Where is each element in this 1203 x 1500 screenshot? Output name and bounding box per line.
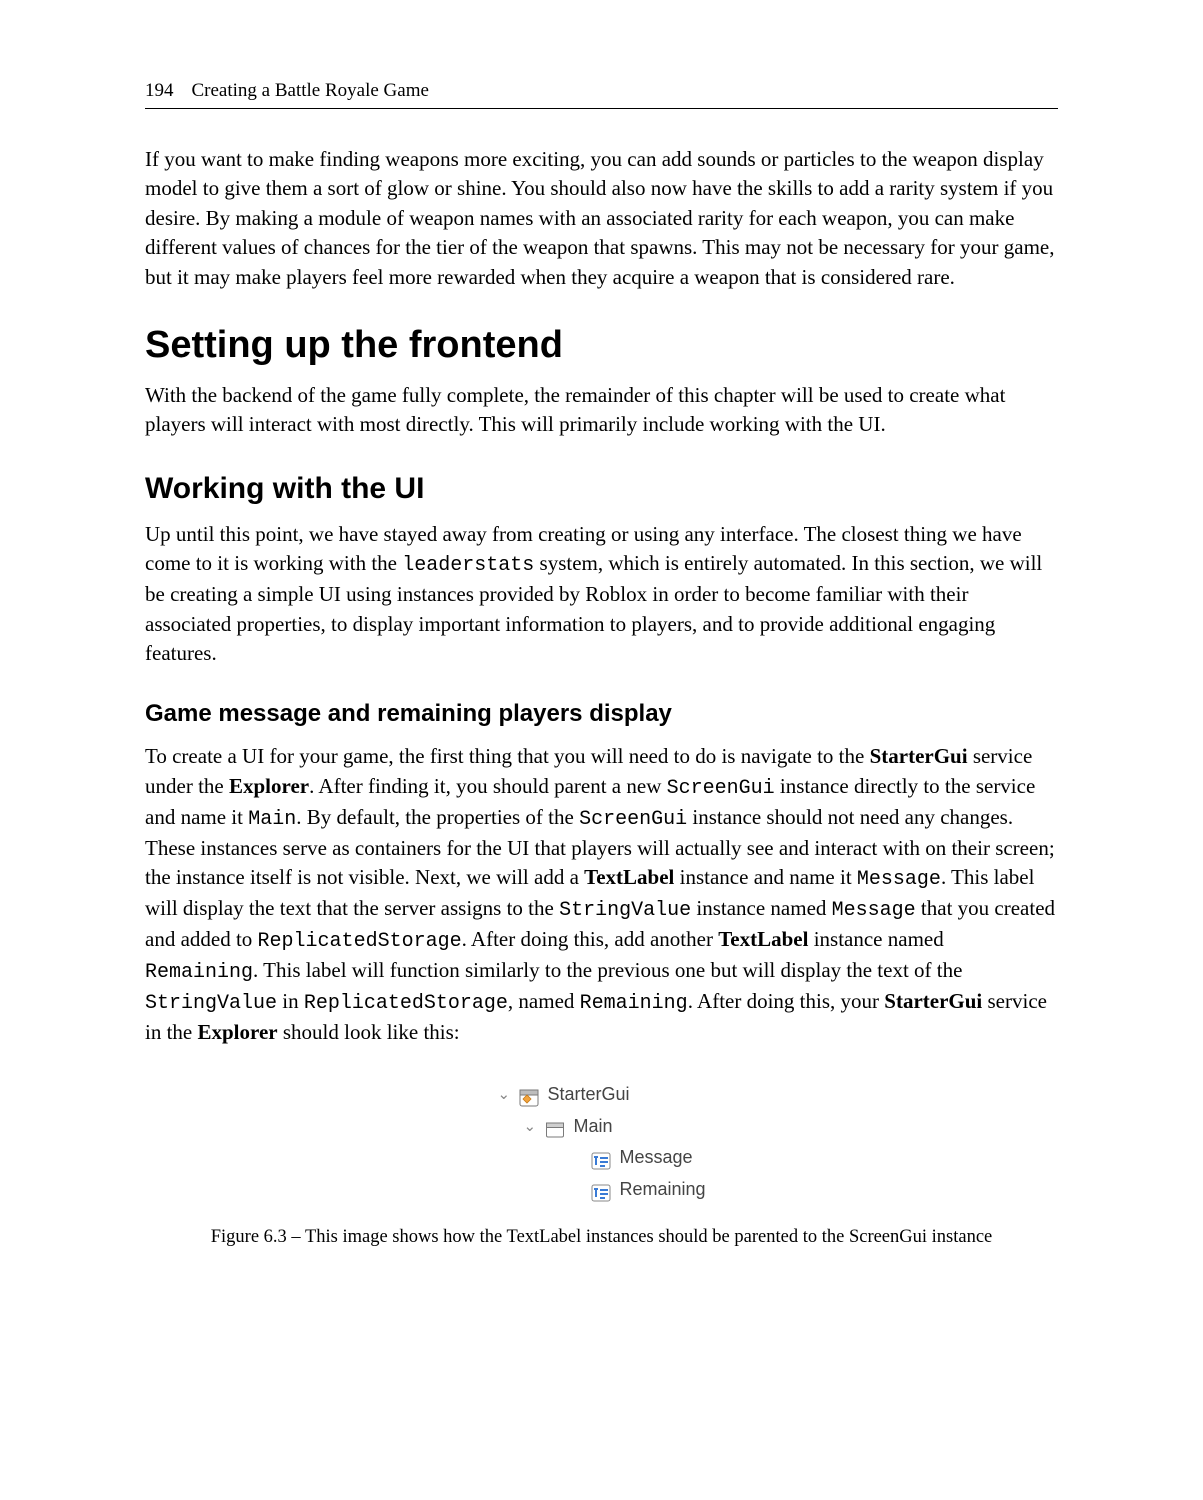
explorer-tree: ⌄ StarterGui ⌄ Main xyxy=(497,1079,705,1205)
textlabel-icon xyxy=(591,1181,611,1199)
tree-item-label: Message xyxy=(619,1142,692,1174)
code-inline: Message xyxy=(857,868,941,891)
section-heading: Setting up the frontend xyxy=(145,324,1058,367)
code-inline: ReplicatedStorage xyxy=(304,992,508,1015)
bold-term: StarterGui xyxy=(884,989,982,1013)
bold-term: Explorer xyxy=(198,1020,278,1044)
code-inline: StringValue xyxy=(145,992,277,1015)
textlabel-icon xyxy=(591,1149,611,1167)
tree-item-message: Message xyxy=(497,1142,705,1174)
subheading: Working with the UI xyxy=(145,472,1058,506)
code-inline: ScreenGui xyxy=(667,777,775,800)
text-fragment: . This label will function similarly to … xyxy=(253,958,962,982)
text-fragment: instance named xyxy=(691,896,832,920)
text-fragment: To create a UI for your game, the first … xyxy=(145,744,870,768)
chevron-down-icon: ⌄ xyxy=(497,1082,511,1108)
text-fragment: . After doing this, your xyxy=(688,989,885,1013)
bold-term: Explorer xyxy=(229,774,309,798)
code-inline: StringValue xyxy=(559,899,691,922)
bold-term: TextLabel xyxy=(584,865,674,889)
text-fragment: . After finding it, you should parent a … xyxy=(309,774,667,798)
screengui-icon xyxy=(545,1118,565,1136)
chevron-down-icon: ⌄ xyxy=(523,1114,537,1140)
figure-caption: Figure 6.3 – This image shows how the Te… xyxy=(211,1227,993,1248)
page-header: 194 Creating a Battle Royale Game xyxy=(145,80,1058,102)
ui-paragraph: Up until this point, we have stayed away… xyxy=(145,520,1058,669)
tree-item-label: Main xyxy=(573,1111,612,1143)
text-fragment: . After doing this, add another xyxy=(462,927,719,951)
section-intro-paragraph: With the backend of the game fully compl… xyxy=(145,381,1058,440)
code-inline: Remaining xyxy=(145,961,253,984)
tree-item-label: StarterGui xyxy=(547,1079,629,1111)
tree-item-label: Remaining xyxy=(619,1174,705,1206)
text-fragment: instance and name it xyxy=(674,865,857,889)
text-fragment: , named xyxy=(508,989,580,1013)
code-inline: Message xyxy=(832,899,916,922)
tree-item-remaining: Remaining xyxy=(497,1174,705,1206)
text-fragment: . By default, the properties of the xyxy=(296,805,579,829)
tree-item-main: ⌄ Main xyxy=(497,1111,705,1143)
code-inline: ReplicatedStorage xyxy=(258,930,462,953)
text-fragment: should look like this: xyxy=(278,1020,460,1044)
header-divider xyxy=(145,108,1058,109)
bold-term: TextLabel xyxy=(718,927,808,951)
startergui-icon xyxy=(519,1086,539,1104)
text-fragment: in xyxy=(277,989,304,1013)
chapter-title: Creating a Battle Royale Game xyxy=(192,80,429,102)
code-inline: Remaining xyxy=(580,992,688,1015)
page-number: 194 xyxy=(145,80,174,102)
bold-term: StarterGui xyxy=(870,744,968,768)
message-paragraph: To create a UI for your game, the first … xyxy=(145,742,1058,1047)
tree-item-startergui: ⌄ StarterGui xyxy=(497,1079,705,1111)
code-inline: leaderstats xyxy=(402,554,534,577)
code-inline: ScreenGui xyxy=(579,808,687,831)
code-inline: Main xyxy=(248,808,296,831)
intro-paragraph: If you want to make finding weapons more… xyxy=(145,145,1058,292)
subsubheading: Game message and remaining players displ… xyxy=(145,700,1058,728)
text-fragment: instance named xyxy=(808,927,943,951)
figure: ⌄ StarterGui ⌄ Main xyxy=(145,1079,1058,1248)
